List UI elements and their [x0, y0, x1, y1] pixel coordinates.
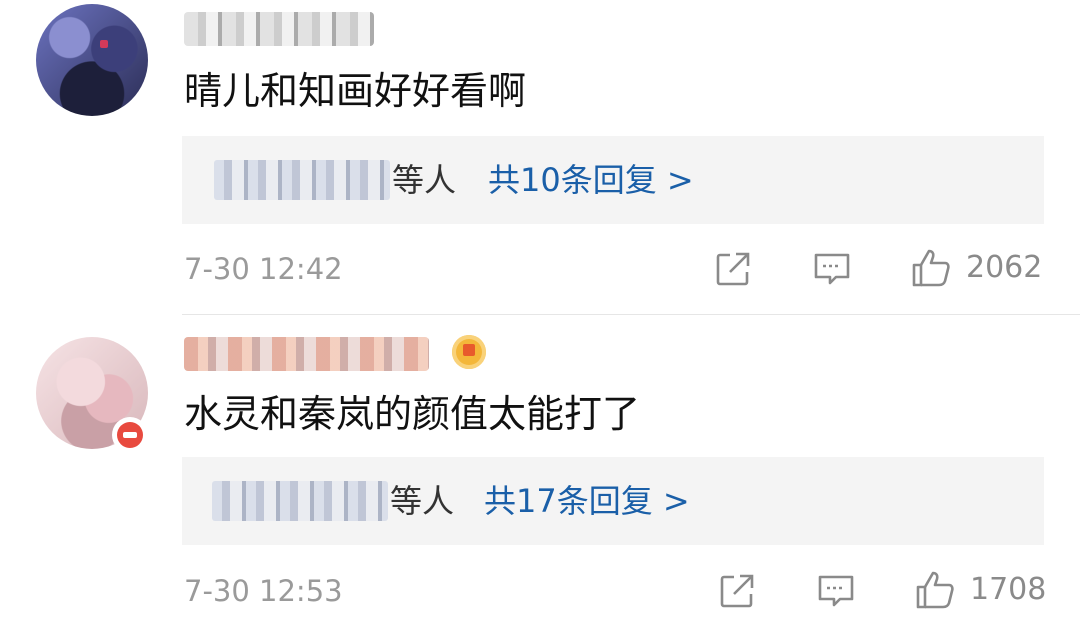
- reply-preview-box[interactable]: 等人 共10条回复 >: [182, 136, 1044, 224]
- comment-timestamp: 7-30 12:53: [184, 574, 343, 608]
- comment-icon: [814, 253, 850, 285]
- view-replies-link[interactable]: 共10条回复 >: [488, 158, 694, 202]
- repliers-etc-label: 等人: [392, 161, 457, 199]
- member-badge-icon: [112, 417, 148, 453]
- username[interactable]: [184, 337, 429, 371]
- share-button[interactable]: [718, 569, 756, 613]
- share-icon: [720, 574, 754, 608]
- reply-button[interactable]: [816, 569, 856, 613]
- like-count: 2062: [966, 250, 1043, 285]
- view-replies-link[interactable]: 共17条回复 >: [484, 479, 690, 523]
- comment-text: 晴儿和知画好好看啊: [184, 69, 527, 113]
- like-button[interactable]: 1708: [914, 568, 1046, 612]
- comment-timestamp: 7-30 12:42: [184, 252, 343, 286]
- comment-item: 晴儿和知画好好看啊 等人 共10条回复 > 7-30 12:42 2062: [0, 0, 1080, 314]
- avatar[interactable]: [36, 4, 148, 116]
- comment-item: 水灵和秦岚的颜值太能打了 等人 共17条回复 > 7-30 12:53 1708: [0, 315, 1080, 617]
- comment-text: 水灵和秦岚的颜值太能打了: [184, 392, 641, 436]
- thumbs-up-icon: [912, 249, 950, 287]
- vip-crown-icon[interactable]: [452, 335, 486, 369]
- replier-names-blurred: [214, 160, 390, 200]
- reply-preview-box[interactable]: 等人 共17条回复 >: [182, 457, 1044, 545]
- like-count: 1708: [970, 572, 1047, 607]
- reply-button[interactable]: [812, 247, 852, 291]
- username[interactable]: [184, 12, 374, 46]
- share-button[interactable]: [714, 247, 752, 291]
- thumbs-up-icon: [916, 571, 954, 609]
- share-icon: [716, 252, 750, 286]
- comment-icon: [818, 575, 854, 607]
- repliers-etc-label: 等人: [390, 482, 455, 520]
- like-button[interactable]: 2062: [910, 246, 1042, 290]
- replier-names-blurred: [212, 481, 388, 521]
